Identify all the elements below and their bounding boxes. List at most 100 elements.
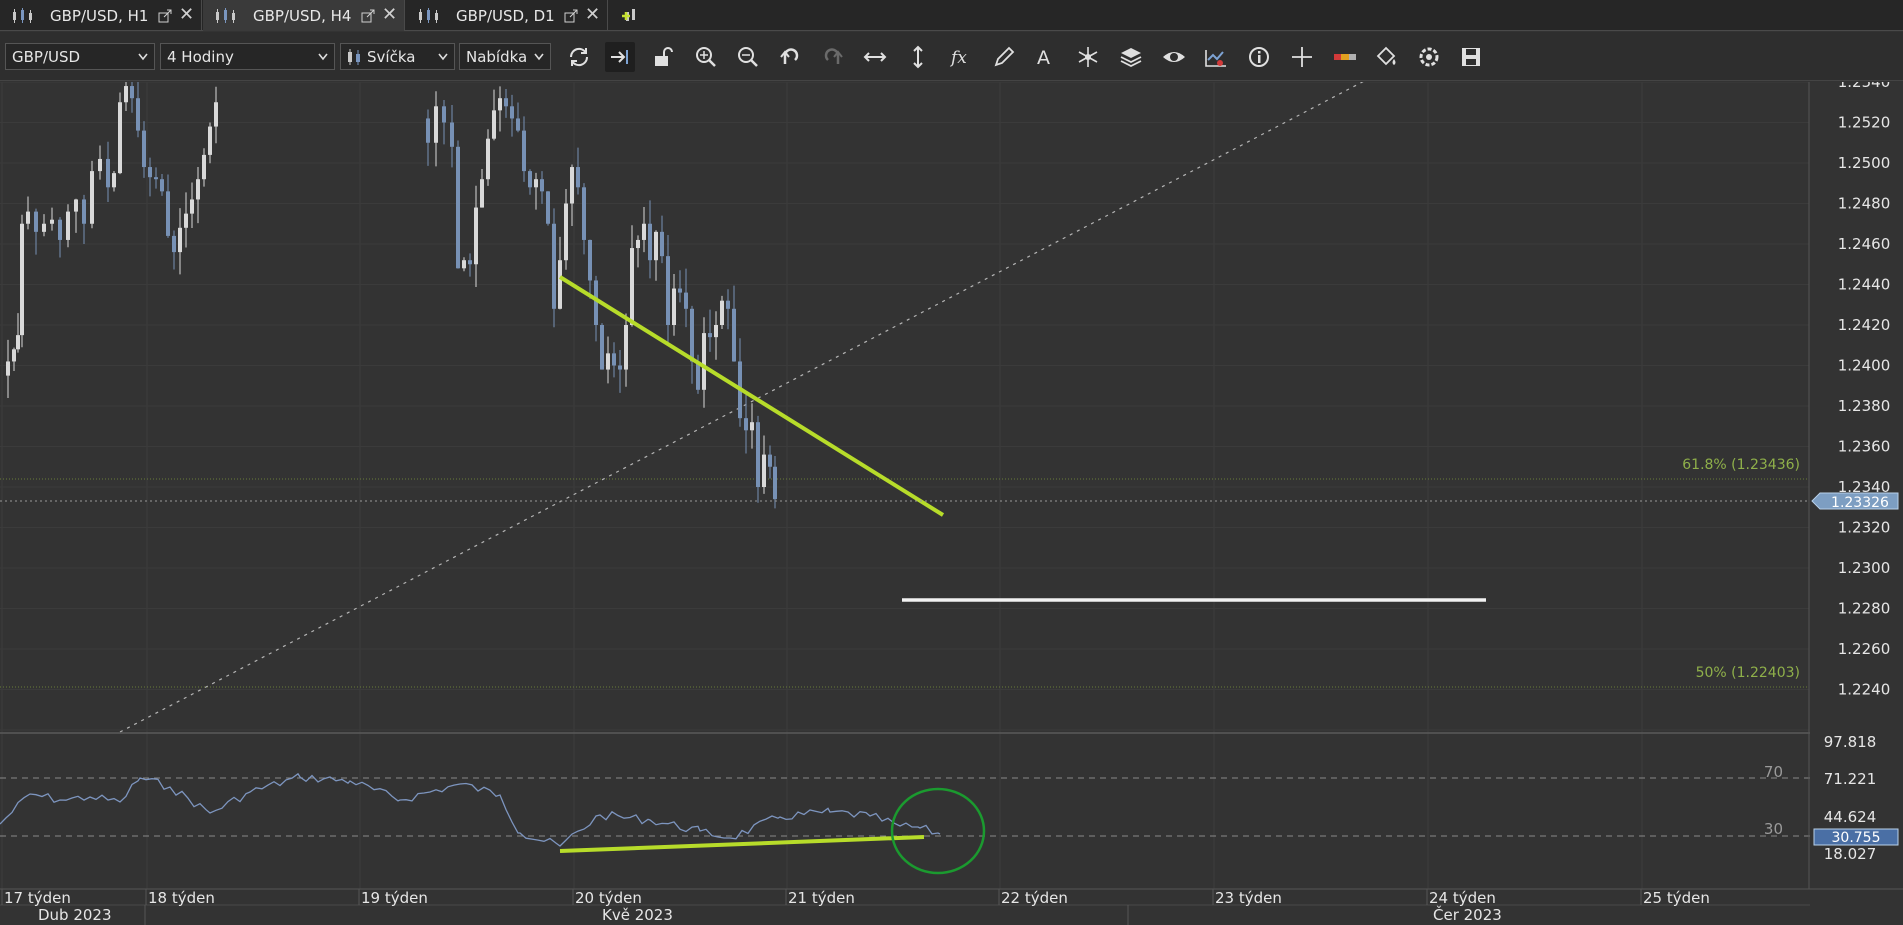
redo-button[interactable]: [818, 42, 848, 72]
candle-body: [16, 335, 20, 350]
price-tick-label: 1.2380: [1838, 397, 1891, 415]
chart-background: [0, 82, 1903, 925]
objects-icon: [1078, 47, 1098, 67]
price-tick-label: 1.2240: [1838, 681, 1891, 699]
zoom-in-button[interactable]: [691, 42, 721, 72]
chart-type-select[interactable]: Svíčka: [340, 43, 455, 70]
vertical-scale-button[interactable]: [903, 42, 933, 72]
popout-icon[interactable]: [564, 9, 578, 23]
candle-body: [172, 235, 176, 253]
candle-body: [516, 118, 520, 131]
paint-icon: [1376, 46, 1396, 66]
tab-gbpusd-h1[interactable]: GBP/USD, H1 ✕: [0, 0, 202, 31]
candle-body: [714, 325, 718, 338]
rsi-level-70-label: 70: [1764, 763, 1783, 781]
candle-body: [600, 325, 604, 370]
week-label: 20 týden: [575, 889, 642, 907]
candle-body: [184, 213, 188, 228]
alert-signal-button[interactable]: [1201, 42, 1231, 72]
candlestick-icon: [419, 7, 438, 23]
price-tick-label: 1.2460: [1838, 235, 1891, 253]
candle-body: [636, 239, 640, 249]
candle-body: [504, 98, 508, 107]
chevron-down-icon: [138, 53, 148, 61]
undo-button[interactable]: [775, 42, 805, 72]
candle-body: [552, 223, 556, 309]
horizontal-scale-button[interactable]: [860, 42, 890, 72]
close-icon[interactable]: ✕: [382, 6, 397, 24]
time-axis-panel[interactable]: [0, 889, 1903, 925]
candle-body: [136, 98, 140, 131]
zoom-out-button[interactable]: [733, 42, 763, 72]
candle-type-icon: [348, 49, 360, 65]
chart-type-value: Svíčka: [367, 47, 416, 66]
popout-icon[interactable]: [158, 9, 172, 23]
candle-body: [468, 260, 472, 265]
candle-body: [744, 418, 748, 431]
info-button[interactable]: [1244, 42, 1274, 72]
candle-body: [20, 223, 24, 336]
shift-chart-button[interactable]: [605, 42, 635, 72]
candle-body: [456, 146, 460, 269]
price-tick-label: 1.2280: [1838, 600, 1891, 618]
layers-button[interactable]: [1116, 42, 1146, 72]
alert-signal-icon: [1205, 50, 1226, 67]
text-tool-icon: A: [1037, 47, 1050, 69]
close-icon[interactable]: ✕: [585, 6, 600, 24]
candle-body: [762, 454, 766, 487]
candle-body: [26, 211, 30, 224]
visibility-button[interactable]: [1159, 42, 1189, 72]
chevron-down-icon: [438, 53, 448, 61]
color-theme-icon: [1334, 54, 1356, 60]
refresh-button[interactable]: [564, 42, 594, 72]
candle-body: [166, 191, 170, 236]
rsi-level-30-label: 30: [1764, 820, 1783, 838]
tab-gbpusd-d1[interactable]: GBP/USD, D1 ✕: [406, 0, 608, 31]
price-tick-label: 1.2260: [1838, 640, 1891, 658]
month-label: Dub 2023: [38, 906, 112, 924]
lock-button[interactable]: [648, 42, 678, 72]
text-tool-button[interactable]: A: [1031, 42, 1061, 72]
instrument-select[interactable]: GBP/USD: [5, 43, 155, 70]
period-select[interactable]: 4 Hodiny: [160, 43, 335, 70]
rsi-tick-label: 97.818: [1824, 733, 1877, 751]
candle-body: [426, 118, 430, 143]
indicators-button[interactable]: fx: [946, 42, 976, 72]
price-side-select[interactable]: Nabídka: [459, 43, 551, 70]
save-button[interactable]: [1456, 42, 1486, 72]
price-tick-label: 1.2420: [1838, 316, 1891, 334]
tab-gbpusd-h4[interactable]: GBP/USD, H4 ✕: [203, 0, 405, 31]
color-theme-button[interactable]: [1330, 42, 1360, 72]
save-icon: [1462, 48, 1480, 66]
tab-label: GBP/USD, H4: [253, 6, 352, 25]
period-value: 4 Hodiny: [167, 47, 234, 66]
candle-body: [732, 308, 736, 362]
candle-body: [486, 138, 490, 180]
price-tick-label: 1.2360: [1838, 438, 1891, 456]
draw-button[interactable]: [989, 42, 1019, 72]
candle-body: [66, 211, 70, 240]
candle-body: [666, 256, 670, 325]
week-label: 25 týden: [1643, 889, 1710, 907]
candle-body: [442, 106, 446, 123]
layers-icon: [1120, 48, 1142, 68]
candle-body: [208, 126, 212, 155]
close-icon[interactable]: ✕: [179, 6, 194, 24]
crosshair-button[interactable]: [1287, 42, 1317, 72]
candle-body: [474, 207, 478, 265]
add-tab-icon[interactable]: [620, 4, 642, 26]
paint-button[interactable]: [1372, 42, 1402, 72]
vertical-scale-icon: [913, 45, 923, 69]
tab-label: GBP/USD, D1: [456, 6, 555, 25]
popout-icon[interactable]: [361, 9, 375, 23]
chart-area[interactable]: 61.8% (1.23436) 50% (1.22403) 70 30 1.254…: [0, 82, 1903, 925]
price-tick-label: 1.2500: [1838, 154, 1891, 172]
chevron-down-icon: [318, 53, 328, 61]
rsi-tick-label: 18.027: [1824, 845, 1877, 863]
candle-body: [82, 199, 86, 224]
candle-body: [148, 167, 152, 178]
candle-body: [594, 280, 598, 325]
settings-button[interactable]: [1414, 42, 1444, 72]
candle-body: [612, 353, 616, 366]
objects-button[interactable]: [1073, 42, 1103, 72]
